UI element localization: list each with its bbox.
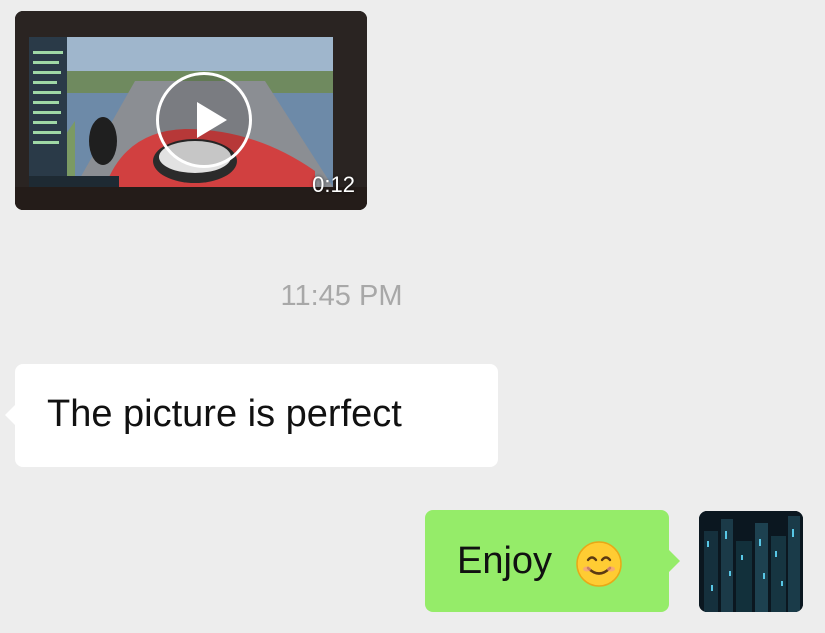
smiling-face-icon	[576, 541, 622, 587]
play-icon	[197, 102, 227, 138]
incoming-message-bubble[interactable]: The picture is perfect	[5, 364, 498, 467]
video-message[interactable]: 0:12	[15, 11, 367, 210]
message-timestamp: 11:45 PM	[280, 280, 403, 312]
video-duration: 0:12	[312, 172, 355, 197]
city-night-avatar-image	[699, 511, 803, 612]
outgoing-message-text: Enjoy	[457, 540, 553, 582]
outgoing-message-bubble[interactable]: Enjoy	[425, 510, 680, 612]
avatar[interactable]	[699, 511, 803, 612]
incoming-message-text: The picture is perfect	[47, 393, 402, 435]
play-button[interactable]	[156, 72, 252, 168]
